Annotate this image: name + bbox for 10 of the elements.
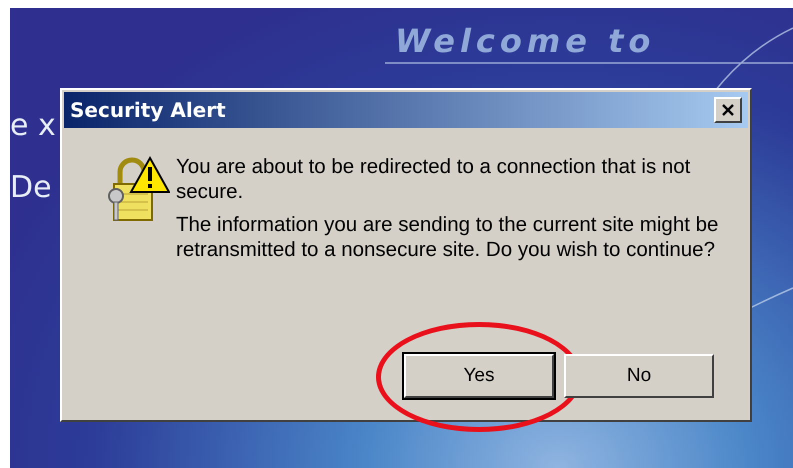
close-icon	[721, 104, 735, 116]
dialog-button[interactable]: Yes	[404, 354, 554, 398]
close-button[interactable]	[714, 97, 742, 123]
alert-message: The information you are sending to the current site might be retransmitted to a nonsecure site. Do you wish to continue?	[176, 212, 720, 262]
page-text: e x	[10, 108, 56, 143]
page-text: De	[10, 170, 52, 205]
welcome-heading: Welcome to	[395, 22, 656, 60]
dialog-title: Security Alert	[70, 98, 226, 122]
alert-message: You are about to be redirected to a connection that is not secure.	[176, 154, 692, 204]
dialog-button[interactable]: No	[564, 354, 714, 398]
